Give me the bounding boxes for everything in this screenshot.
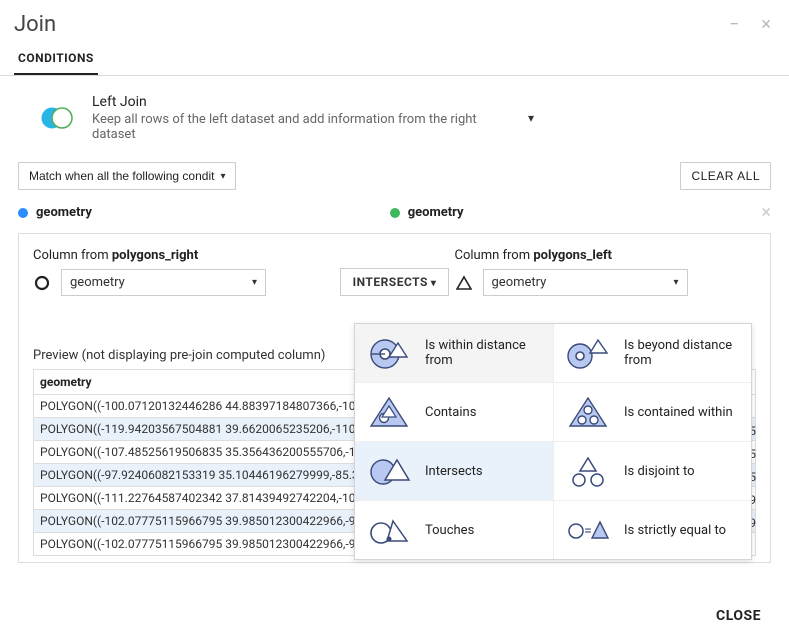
operator-option-label: Is contained within xyxy=(624,405,733,420)
svg-text:=: = xyxy=(584,523,592,539)
close-button[interactable]: CLOSE xyxy=(716,608,761,624)
join-type-desc: Keep all rows of the left dataset and ad… xyxy=(92,112,510,142)
operator-option-label: Is within distance from xyxy=(425,338,541,368)
operator-option-label: Intersects xyxy=(425,464,483,479)
match-mode-label: Match when all the following condit xyxy=(29,169,214,183)
left-column-value: geometry xyxy=(70,275,125,290)
conditions-toolbar: Match when all the following condit CLEA… xyxy=(0,150,789,198)
left-column-select[interactable]: geometry ▾ xyxy=(61,269,266,296)
condition-header: geometry geometry × xyxy=(0,198,789,233)
join-type-title: Left Join xyxy=(92,94,510,110)
operator-option-contained-within[interactable]: Is contained within xyxy=(553,383,751,442)
minimize-icon[interactable]: − xyxy=(729,14,739,35)
operator-option-beyond-distance[interactable]: Is beyond distance from xyxy=(553,324,751,383)
join-type-selector[interactable]: Left Join Keep all rows of the left data… xyxy=(0,76,560,150)
left-join-icon xyxy=(40,106,74,130)
dialog-header: Join − × xyxy=(0,0,789,45)
match-mode-select[interactable]: Match when all the following condit xyxy=(18,162,236,190)
chevron-down-icon: ▾ xyxy=(252,277,257,288)
clear-all-button[interactable]: CLEAR ALL xyxy=(680,162,771,190)
right-column-select[interactable]: geometry ▾ xyxy=(483,269,688,296)
operator-option-contains[interactable]: Contains xyxy=(355,383,553,442)
remove-condition-icon[interactable]: × xyxy=(761,202,771,223)
operator-option-touches[interactable]: Touches xyxy=(355,501,553,559)
operator-option-strictly-equal[interactable]: = Is strictly equal to xyxy=(553,501,751,559)
operator-option-label: Is beyond distance from xyxy=(624,338,739,368)
operator-option-label: Is strictly equal to xyxy=(624,523,726,538)
operator-option-within-distance[interactable]: Is within distance from xyxy=(355,324,553,383)
dialog-footer: CLOSE xyxy=(0,602,789,632)
right-dataset-dot-icon xyxy=(390,208,400,218)
operator-option-intersects[interactable]: Intersects xyxy=(355,442,553,501)
right-column-label: Column from polygons_left xyxy=(455,248,757,263)
left-column-label: Column from polygons_right xyxy=(33,248,335,263)
touches-icon xyxy=(367,513,411,547)
operator-option-label: Touches xyxy=(425,523,474,538)
operator-option-disjoint[interactable]: Is disjoint to xyxy=(553,442,751,501)
within-distance-icon xyxy=(367,336,411,370)
close-icon[interactable]: × xyxy=(761,14,771,35)
operator-option-label: Contains xyxy=(425,405,476,420)
dialog-title: Join xyxy=(14,12,56,37)
chevron-down-icon: ▾ xyxy=(673,277,678,288)
contains-icon xyxy=(367,395,411,429)
left-column-name: geometry xyxy=(36,205,92,220)
operator-option-label: Is disjoint to xyxy=(624,464,695,479)
spatial-operator-select[interactable]: INTERSECTS xyxy=(340,268,450,296)
left-dataset-dot-icon xyxy=(18,208,28,218)
spatial-operator-dropdown: Is within distance from Is beyond distanc… xyxy=(354,323,752,560)
strictly-equal-icon: = xyxy=(566,513,610,547)
triangle-icon xyxy=(455,274,473,292)
contained-within-icon xyxy=(566,395,610,429)
tab-bar: CONDITIONS xyxy=(0,45,789,76)
chevron-down-icon: ▾ xyxy=(528,111,542,125)
circle-icon xyxy=(33,274,51,292)
right-column-name: geometry xyxy=(408,205,464,220)
disjoint-icon xyxy=(566,454,610,488)
intersects-icon xyxy=(367,454,411,488)
tab-conditions[interactable]: CONDITIONS xyxy=(14,45,98,75)
beyond-distance-icon xyxy=(566,336,610,370)
right-column-value: geometry xyxy=(492,275,547,290)
